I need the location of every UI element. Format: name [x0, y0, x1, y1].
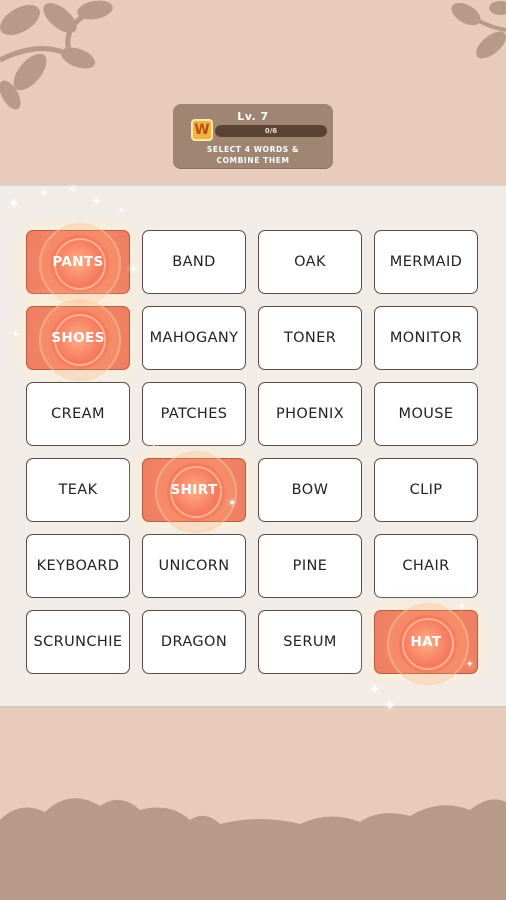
word-tile-label: PANTS	[52, 254, 104, 270]
word-tile-label: HAT	[410, 634, 442, 650]
word-tile[interactable]: PANTS	[26, 223, 130, 305]
instruction-text: SELECT 4 WORDS & COMBINE THEM	[173, 144, 333, 166]
word-tile[interactable]: HAT	[374, 603, 478, 685]
word-tile[interactable]: PATCHES	[142, 382, 246, 446]
word-tile-label: SERUM	[283, 634, 337, 650]
word-tile[interactable]: SHIRT	[142, 451, 246, 533]
word-tile-label: BAND	[172, 254, 216, 270]
word-tile-label: MONITOR	[389, 330, 463, 346]
word-tile[interactable]: MOUSE	[374, 382, 478, 446]
word-tile[interactable]: MONITOR	[374, 306, 478, 370]
word-tile[interactable]: PHOENIX	[258, 382, 362, 446]
level-panel: Lv. 7 W 0/6 SELECT 4 WORDS & COMBINE THE…	[173, 104, 333, 168]
word-tile[interactable]: TONER	[258, 306, 362, 370]
instruction-line-1: SELECT 4 WORDS &	[206, 145, 300, 154]
word-tile[interactable]: UNICORN	[142, 534, 246, 598]
word-tile-label: DRAGON	[160, 634, 228, 650]
word-tile[interactable]: OAK	[258, 230, 362, 294]
word-tile[interactable]: CREAM	[26, 382, 130, 446]
word-tile[interactable]: KEYBOARD	[26, 534, 130, 598]
word-tile-label: CLIP	[409, 482, 443, 498]
word-tile-label: CREAM	[51, 406, 105, 422]
word-tile[interactable]: TEAK	[26, 458, 130, 522]
word-tile-label: TONER	[283, 330, 337, 346]
leaves-decoration-left	[0, 0, 113, 110]
word-tile-label: TEAK	[58, 482, 98, 498]
word-tile[interactable]: MAHOGANY	[142, 306, 246, 370]
bushes-decoration	[0, 798, 506, 900]
word-tile-label: PHOENIX	[275, 406, 345, 422]
word-tile[interactable]: BAND	[142, 230, 246, 294]
word-tile-label: MERMAID	[389, 254, 463, 270]
word-tile[interactable]: SHOES	[26, 299, 130, 381]
word-tile-label: OAK	[294, 254, 326, 270]
word-tile-label: CHAIR	[402, 558, 450, 574]
word-tile-label: KEYBOARD	[36, 558, 120, 574]
word-tile-label: MOUSE	[398, 406, 454, 422]
leaves-decoration-right	[451, 1, 506, 59]
word-tile[interactable]: PINE	[258, 534, 362, 598]
word-tile-label: SCRUNCHIE	[33, 634, 123, 650]
word-tile-label: PATCHES	[160, 406, 228, 422]
word-board: PANTS BAND OAK MERMAID SHOES MAHOGANY TONER MON…	[0, 184, 506, 708]
word-tile-label: MAHOGANY	[149, 330, 239, 346]
word-tile-label: SHOES	[51, 330, 105, 346]
word-tile[interactable]: DRAGON	[142, 610, 246, 674]
word-tile-label: SHIRT	[170, 482, 218, 498]
word-tile[interactable]: CLIP	[374, 458, 478, 522]
word-tile-label: BOW	[291, 482, 329, 498]
word-badge-icon: W	[191, 119, 213, 141]
word-tile[interactable]: SERUM	[258, 610, 362, 674]
progress-text: 0/6	[264, 127, 278, 135]
word-grid: PANTS BAND OAK MERMAID SHOES MAHOGANY TONER MON…	[26, 223, 478, 685]
word-tile[interactable]: MERMAID	[374, 230, 478, 294]
word-tile-label: PINE	[292, 558, 328, 574]
word-tile-label: UNICORN	[158, 558, 230, 574]
word-tile[interactable]: SCRUNCHIE	[26, 610, 130, 674]
word-tile[interactable]: BOW	[258, 458, 362, 522]
word-tile[interactable]: CHAIR	[374, 534, 478, 598]
instruction-line-2: COMBINE THEM	[216, 156, 290, 165]
